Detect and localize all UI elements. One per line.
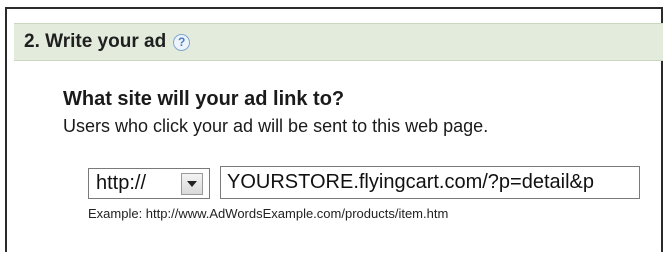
dropdown-button[interactable]: [181, 172, 203, 195]
example-url-hint: Example: http://www.AdWordsExample.com/p…: [88, 206, 449, 221]
protocol-selected-value: http://: [96, 172, 147, 194]
section-title: 2. Write your ad: [24, 31, 167, 52]
link-question-subtitle: Users who click your ad will be sent to …: [63, 116, 489, 136]
chevron-down-icon: [187, 180, 197, 187]
section-header: 2. Write your ad ?: [14, 23, 663, 61]
link-question-heading: What site will your ad link to?: [63, 88, 345, 110]
help-icon[interactable]: ?: [173, 33, 191, 51]
destination-url-input[interactable]: [220, 166, 640, 199]
protocol-select[interactable]: http://: [88, 168, 210, 199]
